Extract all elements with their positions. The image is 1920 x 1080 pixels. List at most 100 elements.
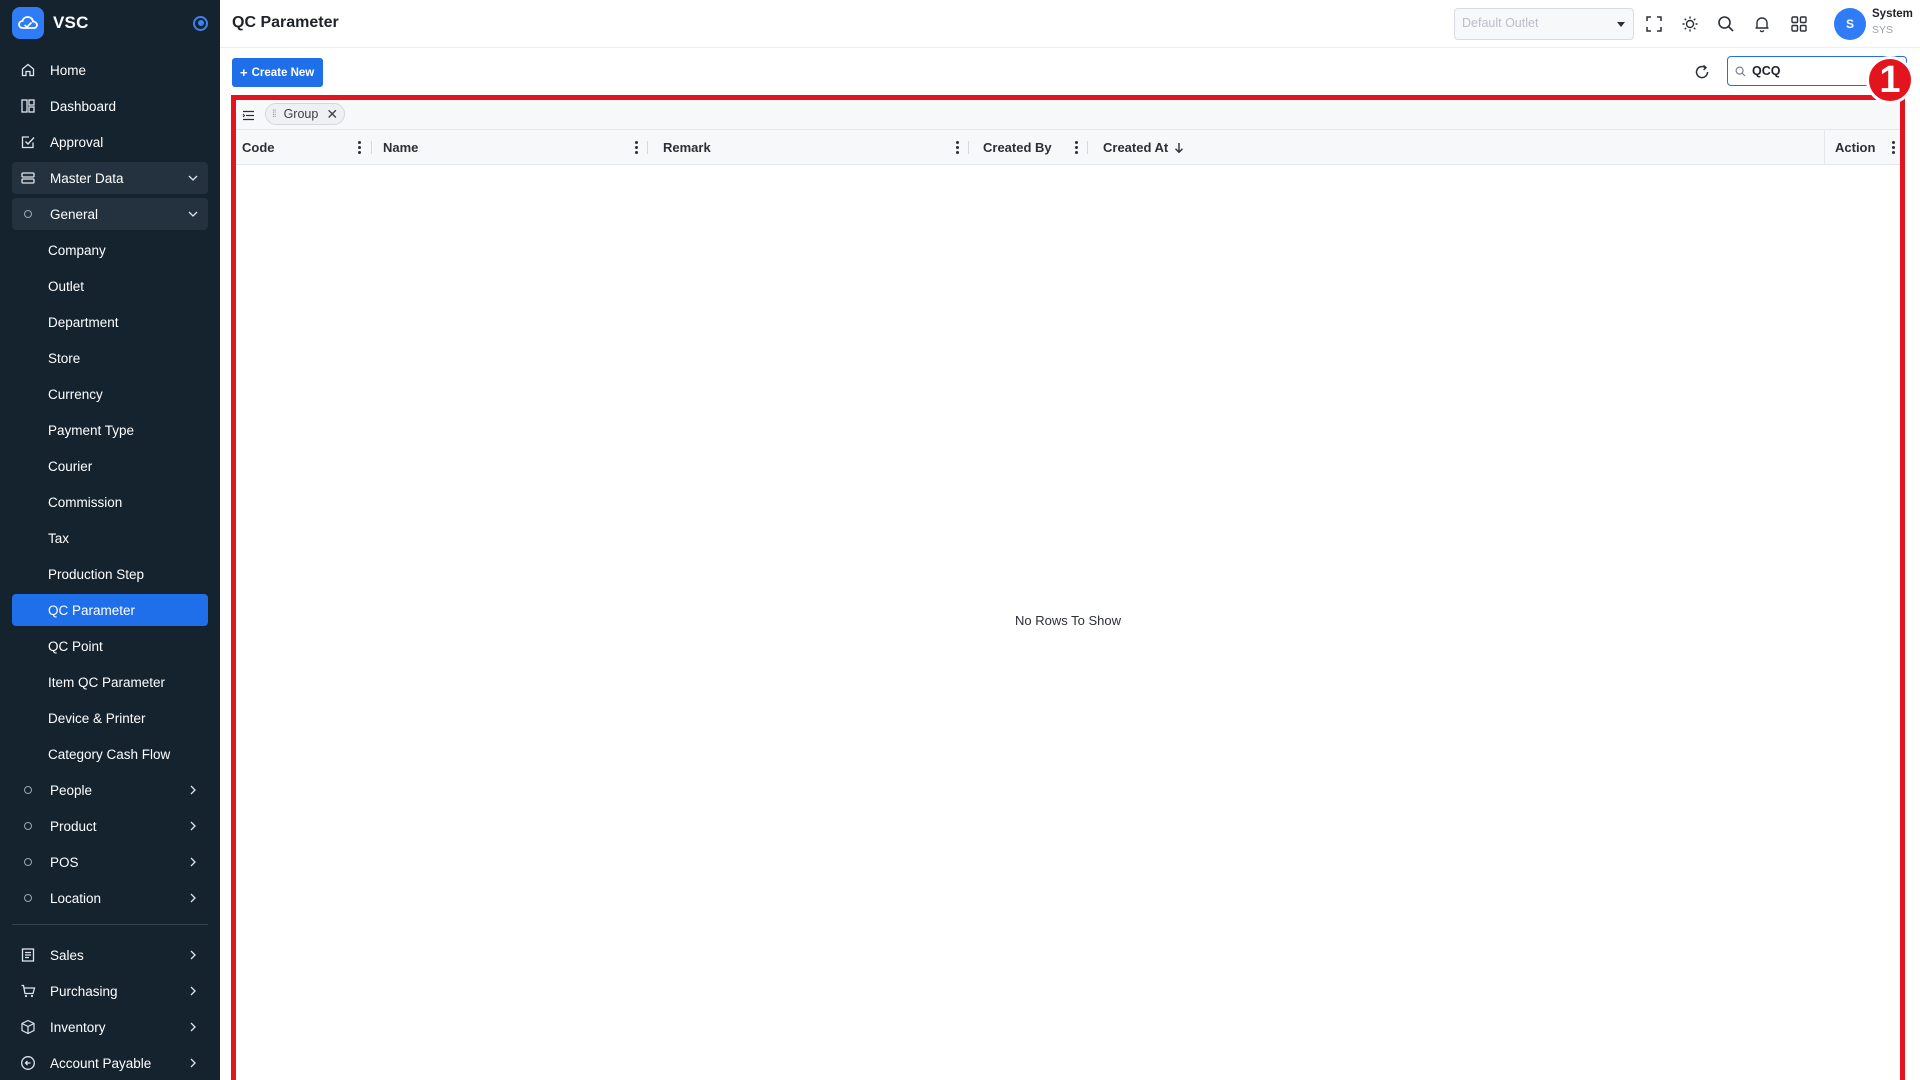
sidebar-item-home[interactable]: Home (12, 54, 208, 86)
sidebar-item-label: Account Payable (50, 1055, 152, 1071)
sidebar-item-payment-type[interactable]: Payment Type (12, 414, 208, 446)
page-title: QC Parameter (232, 14, 339, 31)
column-menu-icon[interactable] (1891, 141, 1895, 154)
payable-icon (20, 1055, 36, 1071)
sidebar-item-label: Store (48, 350, 81, 366)
column-menu-icon[interactable] (357, 141, 361, 154)
column-header-code[interactable]: Code (242, 130, 372, 165)
home-icon (20, 62, 36, 78)
sidebar-item-outlet[interactable]: Outlet (12, 270, 208, 302)
sidebar-item-tax[interactable]: Tax (12, 522, 208, 554)
column-resize-handle[interactable] (371, 141, 372, 154)
column-resize-handle[interactable] (968, 141, 969, 154)
column-header-remark[interactable]: Remark (663, 130, 969, 165)
sidebar-item-label: Inventory (50, 1019, 106, 1035)
create-new-label: Create New (251, 66, 315, 79)
annotation-badge: 1 (1866, 56, 1914, 104)
sidebar-item-device-printer[interactable]: Device & Printer (12, 702, 208, 734)
column-menu-icon[interactable] (634, 141, 638, 154)
sidebar-item-item-qc-parameter[interactable]: Item QC Parameter (12, 666, 208, 698)
create-new-button[interactable]: + Create New (232, 58, 324, 87)
sidebar-item-label: Approval (50, 134, 104, 150)
column-resize-handle[interactable] (1087, 141, 1088, 154)
sidebar-item-sales[interactable]: Sales (12, 939, 208, 971)
chevron-right-icon (190, 1022, 196, 1032)
sidebar-item-currency[interactable]: Currency (12, 378, 208, 410)
fullscreen-icon[interactable] (1643, 13, 1665, 35)
sidebar-item-label: POS (50, 854, 79, 870)
search-icon[interactable] (1715, 13, 1737, 35)
row-group-panel: ⁞⁞ Group ✕ (236, 100, 1900, 130)
chevron-right-icon (190, 785, 196, 795)
circle-icon (24, 822, 32, 830)
group-chip[interactable]: ⁞⁞ Group ✕ (265, 103, 346, 125)
sidebar-item-label: Device & Printer (48, 710, 146, 726)
sidebar-item-account-payable[interactable]: Account Payable (12, 1047, 208, 1079)
column-header-created-by[interactable]: Created By (983, 130, 1088, 165)
column-menu-icon[interactable] (955, 141, 959, 154)
sidebar-item-label: Currency (48, 386, 103, 402)
sidebar-item-label: Production Step (48, 566, 145, 582)
circle-icon (24, 210, 32, 218)
dashboard-icon (20, 98, 36, 114)
sidebar-group-location[interactable]: Location (12, 882, 208, 914)
sidebar-item-qc-point[interactable]: QC Point (12, 630, 208, 662)
sidebar-item-label: Sales (50, 947, 84, 963)
brand: VSC (0, 0, 220, 46)
cloud-logo-icon[interactable] (12, 7, 44, 39)
sun-icon[interactable] (1679, 13, 1701, 35)
chevron-right-icon (190, 950, 196, 960)
group-chip-label: Group (283, 107, 319, 121)
sidebar-item-category-cash-flow[interactable]: Category Cash Flow (12, 738, 208, 770)
sidebar-item-inventory[interactable]: Inventory (12, 1011, 208, 1043)
sidebar-item-commission[interactable]: Commission (12, 486, 208, 518)
approval-icon (20, 134, 36, 150)
sidebar-item-department[interactable]: Department (12, 306, 208, 338)
chevron-down-icon (188, 211, 198, 217)
column-header-name[interactable]: Name (383, 130, 648, 165)
column-menu-icon[interactable] (1074, 141, 1078, 154)
sidebar-item-label: Product (50, 818, 97, 834)
sidebar-item-company[interactable]: Company (12, 234, 208, 266)
sidebar-item-label: Courier (48, 458, 93, 474)
column-header-action[interactable]: Action (1824, 130, 1900, 165)
sidebar-toggle-icon[interactable] (193, 15, 208, 31)
avatar[interactable]: S (1834, 8, 1866, 40)
cart-icon (20, 983, 36, 999)
sidebar-item-purchasing[interactable]: Purchasing (12, 975, 208, 1007)
empty-rows-overlay: No Rows To Show (236, 165, 1900, 1080)
sidebar-item-label: Item QC Parameter (48, 674, 166, 690)
bell-icon[interactable] (1751, 13, 1773, 35)
sidebar-item-label: QC Point (48, 638, 103, 654)
column-header-created-at[interactable]: Created At (1103, 130, 1803, 165)
column-resize-handle[interactable] (647, 141, 648, 154)
data-grid: ⁞⁞ Group ✕ Code Name Remark Created By C… (236, 100, 1900, 1080)
sidebar-group-people[interactable]: People (12, 774, 208, 806)
close-icon[interactable]: ✕ (326, 107, 338, 121)
column-header-label: Created At (1103, 140, 1169, 155)
sidebar-group-master-data[interactable]: Master Data (12, 162, 208, 194)
sidebar-item-courier[interactable]: Courier (12, 450, 208, 482)
sidebar-item-dashboard[interactable]: Dashboard (12, 90, 208, 122)
sidebar-item-approval[interactable]: Approval (12, 126, 208, 158)
group-rows-icon (242, 108, 256, 122)
outlet-select[interactable]: Default Outlet (1454, 8, 1634, 40)
user-name[interactable]: System (1872, 8, 1913, 20)
user-code: SYS (1872, 24, 1894, 36)
empty-message: No Rows To Show (1015, 613, 1121, 628)
apps-grid-icon[interactable] (1788, 13, 1810, 35)
chevron-right-icon (190, 893, 196, 903)
sidebar-item-qc-parameter[interactable]: QC Parameter (12, 594, 208, 626)
circle-icon (24, 858, 32, 866)
sidebar-item-label: Dashboard (50, 98, 117, 114)
chevron-right-icon (190, 821, 196, 831)
sidebar-group-pos[interactable]: POS (12, 846, 208, 878)
sort-descending-icon[interactable] (1174, 142, 1184, 154)
drag-handle-icon[interactable]: ⁞⁞ (272, 109, 276, 120)
refresh-icon[interactable] (1692, 62, 1712, 82)
sidebar-group-product[interactable]: Product (12, 810, 208, 842)
sidebar-group-general[interactable]: General (12, 198, 208, 230)
sidebar-item-store[interactable]: Store (12, 342, 208, 374)
sidebar-item-production-step[interactable]: Production Step (12, 558, 208, 590)
plus-icon: + (240, 65, 248, 80)
